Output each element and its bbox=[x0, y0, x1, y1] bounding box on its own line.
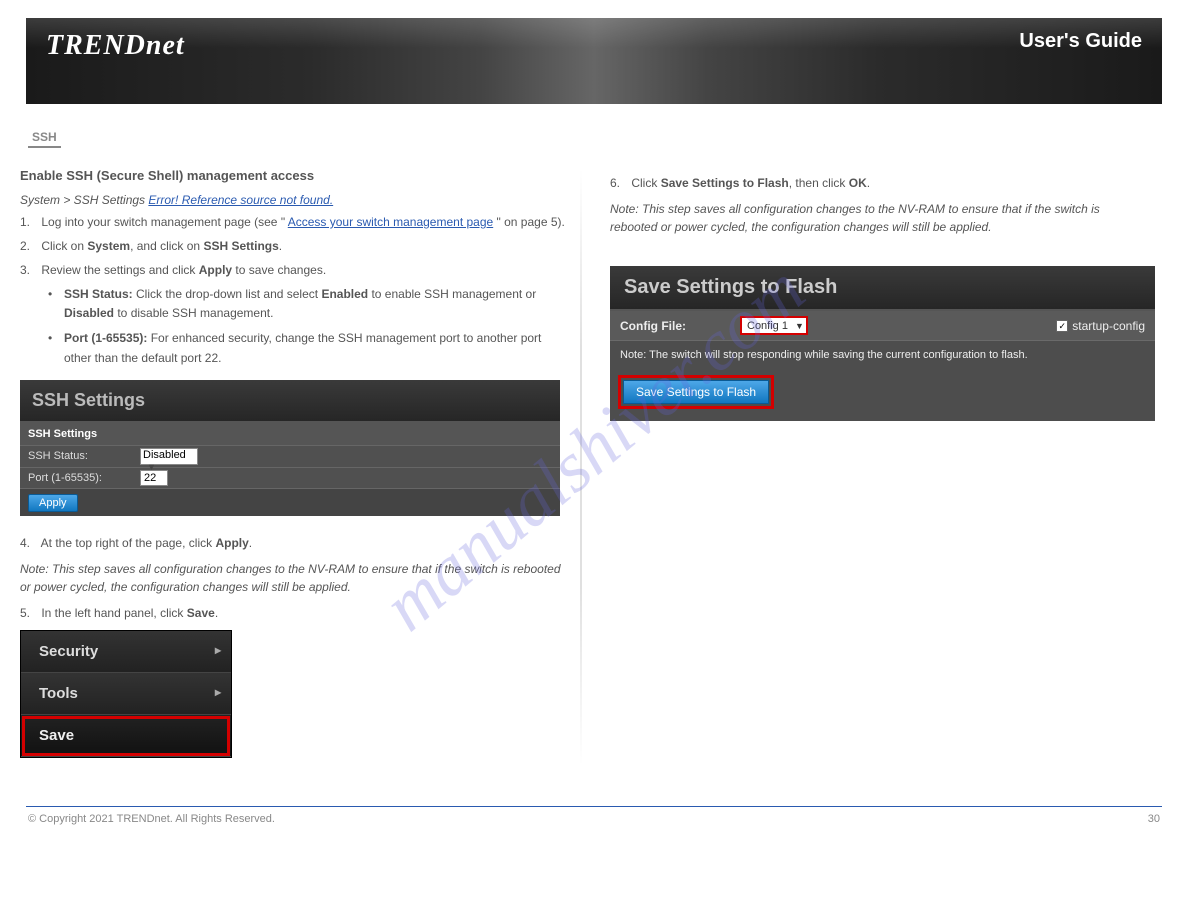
step-2: 2. Click on System, and click on SSH Set… bbox=[20, 237, 570, 255]
step-4: 4. At the top right of the page, click A… bbox=[20, 534, 570, 552]
step-2-text: Click on System, and click on SSH Settin… bbox=[41, 239, 282, 253]
intro-path-text: System > SSH Settings bbox=[20, 193, 148, 207]
config-file-value: Config 1 bbox=[744, 320, 791, 332]
chevron-down-icon: ▼ bbox=[795, 321, 804, 331]
save-panel-title: Save Settings to Flash bbox=[610, 266, 1155, 311]
bullet-1-label: SSH Status: bbox=[64, 287, 136, 301]
bullet-ssh-status: SSH Status: Click the drop-down list and… bbox=[48, 285, 570, 323]
sidebar-screenshot: Security ▸ Tools ▸ Save bbox=[20, 630, 232, 758]
ssh-settings-panel: SSH Settings SSH Settings SSH Status: Di… bbox=[20, 380, 560, 516]
config-file-select[interactable]: Config 1 ▼ bbox=[740, 316, 808, 335]
ssh-status-value: Disabled bbox=[143, 449, 186, 461]
ssh-port-row: Port (1-65535): bbox=[20, 468, 560, 489]
startup-config-label: startup-config bbox=[1072, 319, 1145, 333]
bullet-port: Port (1-65535): For enhanced security, c… bbox=[48, 329, 570, 367]
step-4-num: 4. bbox=[20, 534, 38, 552]
ssh-status-label: SSH Status: bbox=[28, 450, 140, 462]
save-panel-note: Note: The switch will stop responding wh… bbox=[610, 341, 1155, 369]
ssh-status-select[interactable]: Disabled▼ bbox=[140, 448, 198, 465]
apply-button[interactable]: Apply bbox=[28, 494, 78, 512]
step-2-num: 2. bbox=[20, 237, 38, 255]
ssh-status-row: SSH Status: Disabled▼ bbox=[20, 446, 560, 468]
sidebar-item-tools[interactable]: Tools ▸ bbox=[21, 673, 231, 715]
intro-path: System > SSH Settings Error! Reference s… bbox=[20, 193, 570, 207]
expand-icon: ▸ bbox=[215, 685, 221, 699]
page-footer: © Copyright 2021 TRENDnet. All Rights Re… bbox=[20, 813, 1168, 825]
brand-logo: TRENDnet bbox=[46, 30, 185, 62]
ssh-port-label: Port (1-65535): bbox=[28, 472, 140, 484]
step-1-post: " on page 5). bbox=[497, 215, 565, 229]
page-number: 30 bbox=[1148, 813, 1160, 825]
step-3: 3. Review the settings and click Apply t… bbox=[20, 261, 570, 279]
step-5-text: In the left hand panel, click Save. bbox=[41, 606, 218, 620]
save-config-label: Config File: bbox=[620, 319, 740, 333]
footer-rule bbox=[26, 806, 1162, 807]
copyright-text: © Copyright 2021 TRENDnet. All Rights Re… bbox=[28, 813, 275, 825]
ssh-port-input[interactable] bbox=[140, 470, 168, 486]
tab-ssh: SSH bbox=[28, 130, 61, 148]
sidebar-item-security[interactable]: Security ▸ bbox=[21, 631, 231, 673]
sidebar-item-save[interactable]: Save bbox=[21, 715, 231, 757]
step-5-num: 5. bbox=[20, 604, 38, 622]
step-6: 6. Click Save Settings to Flash, then cl… bbox=[610, 174, 1142, 192]
step-6-text: Click Save Settings to Flash, then click… bbox=[631, 176, 870, 190]
startup-config-checkbox[interactable]: ✓ bbox=[1056, 320, 1068, 332]
step-1: 1. Log into your switch management page … bbox=[20, 213, 570, 231]
ssh-panel-title: SSH Settings bbox=[20, 380, 560, 423]
sidebar-save-label: Save bbox=[39, 727, 74, 744]
save-button-highlight: Save Settings to Flash bbox=[618, 375, 774, 409]
doc-title: User's Guide bbox=[1019, 30, 1142, 53]
step-4-note: Note: This step saves all configuration … bbox=[20, 560, 570, 596]
step-1-pre: Log into your switch management page (se… bbox=[41, 215, 285, 229]
step-1-num: 1. bbox=[20, 213, 38, 231]
step-3-text: Review the settings and click Apply to s… bbox=[41, 263, 326, 277]
bullet-2-label: Port (1-65535): bbox=[64, 331, 151, 345]
step-1-link[interactable]: Access your switch management page bbox=[288, 215, 493, 229]
save-config-row: Config File: Config 1 ▼ ✓ startup-config bbox=[610, 311, 1155, 341]
intro-broken-link[interactable]: Error! Reference source not found. bbox=[148, 193, 333, 207]
step-4-text: At the top right of the page, click Appl… bbox=[41, 536, 252, 550]
step-3-num: 3. bbox=[20, 261, 38, 279]
section-title: Enable SSH (Secure Shell) management acc… bbox=[20, 168, 570, 183]
top-banner: TRENDnet User's Guide bbox=[26, 18, 1162, 104]
expand-icon: ▸ bbox=[215, 643, 221, 657]
sidebar-tools-label: Tools bbox=[39, 685, 78, 702]
tab-bar: SSH bbox=[28, 128, 1168, 148]
save-settings-panel: Save Settings to Flash Config File: Conf… bbox=[610, 266, 1155, 421]
save-settings-button[interactable]: Save Settings to Flash bbox=[623, 380, 769, 404]
step-6-num: 6. bbox=[610, 174, 628, 192]
step-5: 5. In the left hand panel, click Save. bbox=[20, 604, 570, 622]
step-6-note: Note: This step saves all configuration … bbox=[610, 200, 1142, 236]
ssh-panel-subtitle: SSH Settings bbox=[20, 423, 560, 446]
sidebar-security-label: Security bbox=[39, 643, 98, 660]
